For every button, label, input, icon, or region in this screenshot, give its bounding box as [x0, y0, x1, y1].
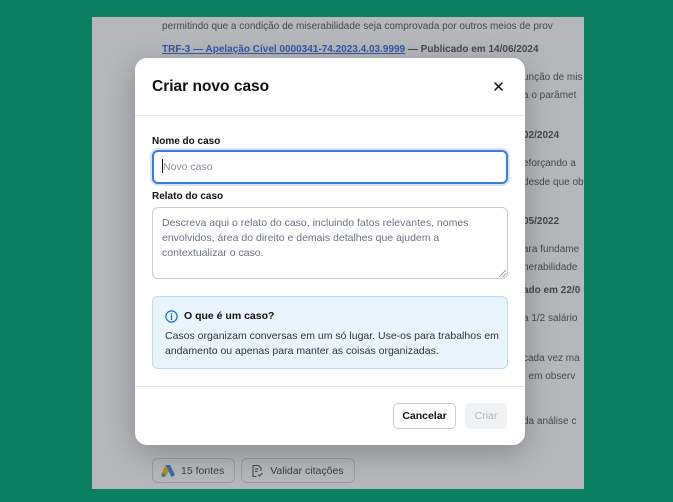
text-caret — [162, 159, 163, 173]
close-icon — [493, 81, 503, 91]
dialog-footer: Cancelar Criar — [135, 386, 525, 445]
resize-handle-icon[interactable] — [499, 270, 506, 277]
case-story-textarea[interactable] — [152, 207, 508, 279]
info-icon — [165, 310, 178, 323]
cancel-button[interactable]: Cancelar — [393, 403, 456, 429]
info-callout: O que é um caso? Casos organizam convers… — [152, 296, 508, 369]
case-story-label: Relato do caso — [152, 191, 224, 202]
dialog-title: Criar novo caso — [152, 78, 270, 95]
create-button[interactable]: Criar — [465, 403, 507, 429]
dialog-header: Criar novo caso — [135, 58, 525, 116]
case-name-label: Nome do caso — [152, 136, 221, 147]
info-title: O que é um caso? — [184, 310, 275, 322]
close-button[interactable] — [490, 78, 506, 94]
case-name-input[interactable] — [152, 150, 508, 184]
info-text: Casos organizam conversas em um só lugar… — [165, 330, 499, 357]
create-case-dialog: Criar novo caso Nome do caso Relato do c… — [135, 58, 525, 445]
